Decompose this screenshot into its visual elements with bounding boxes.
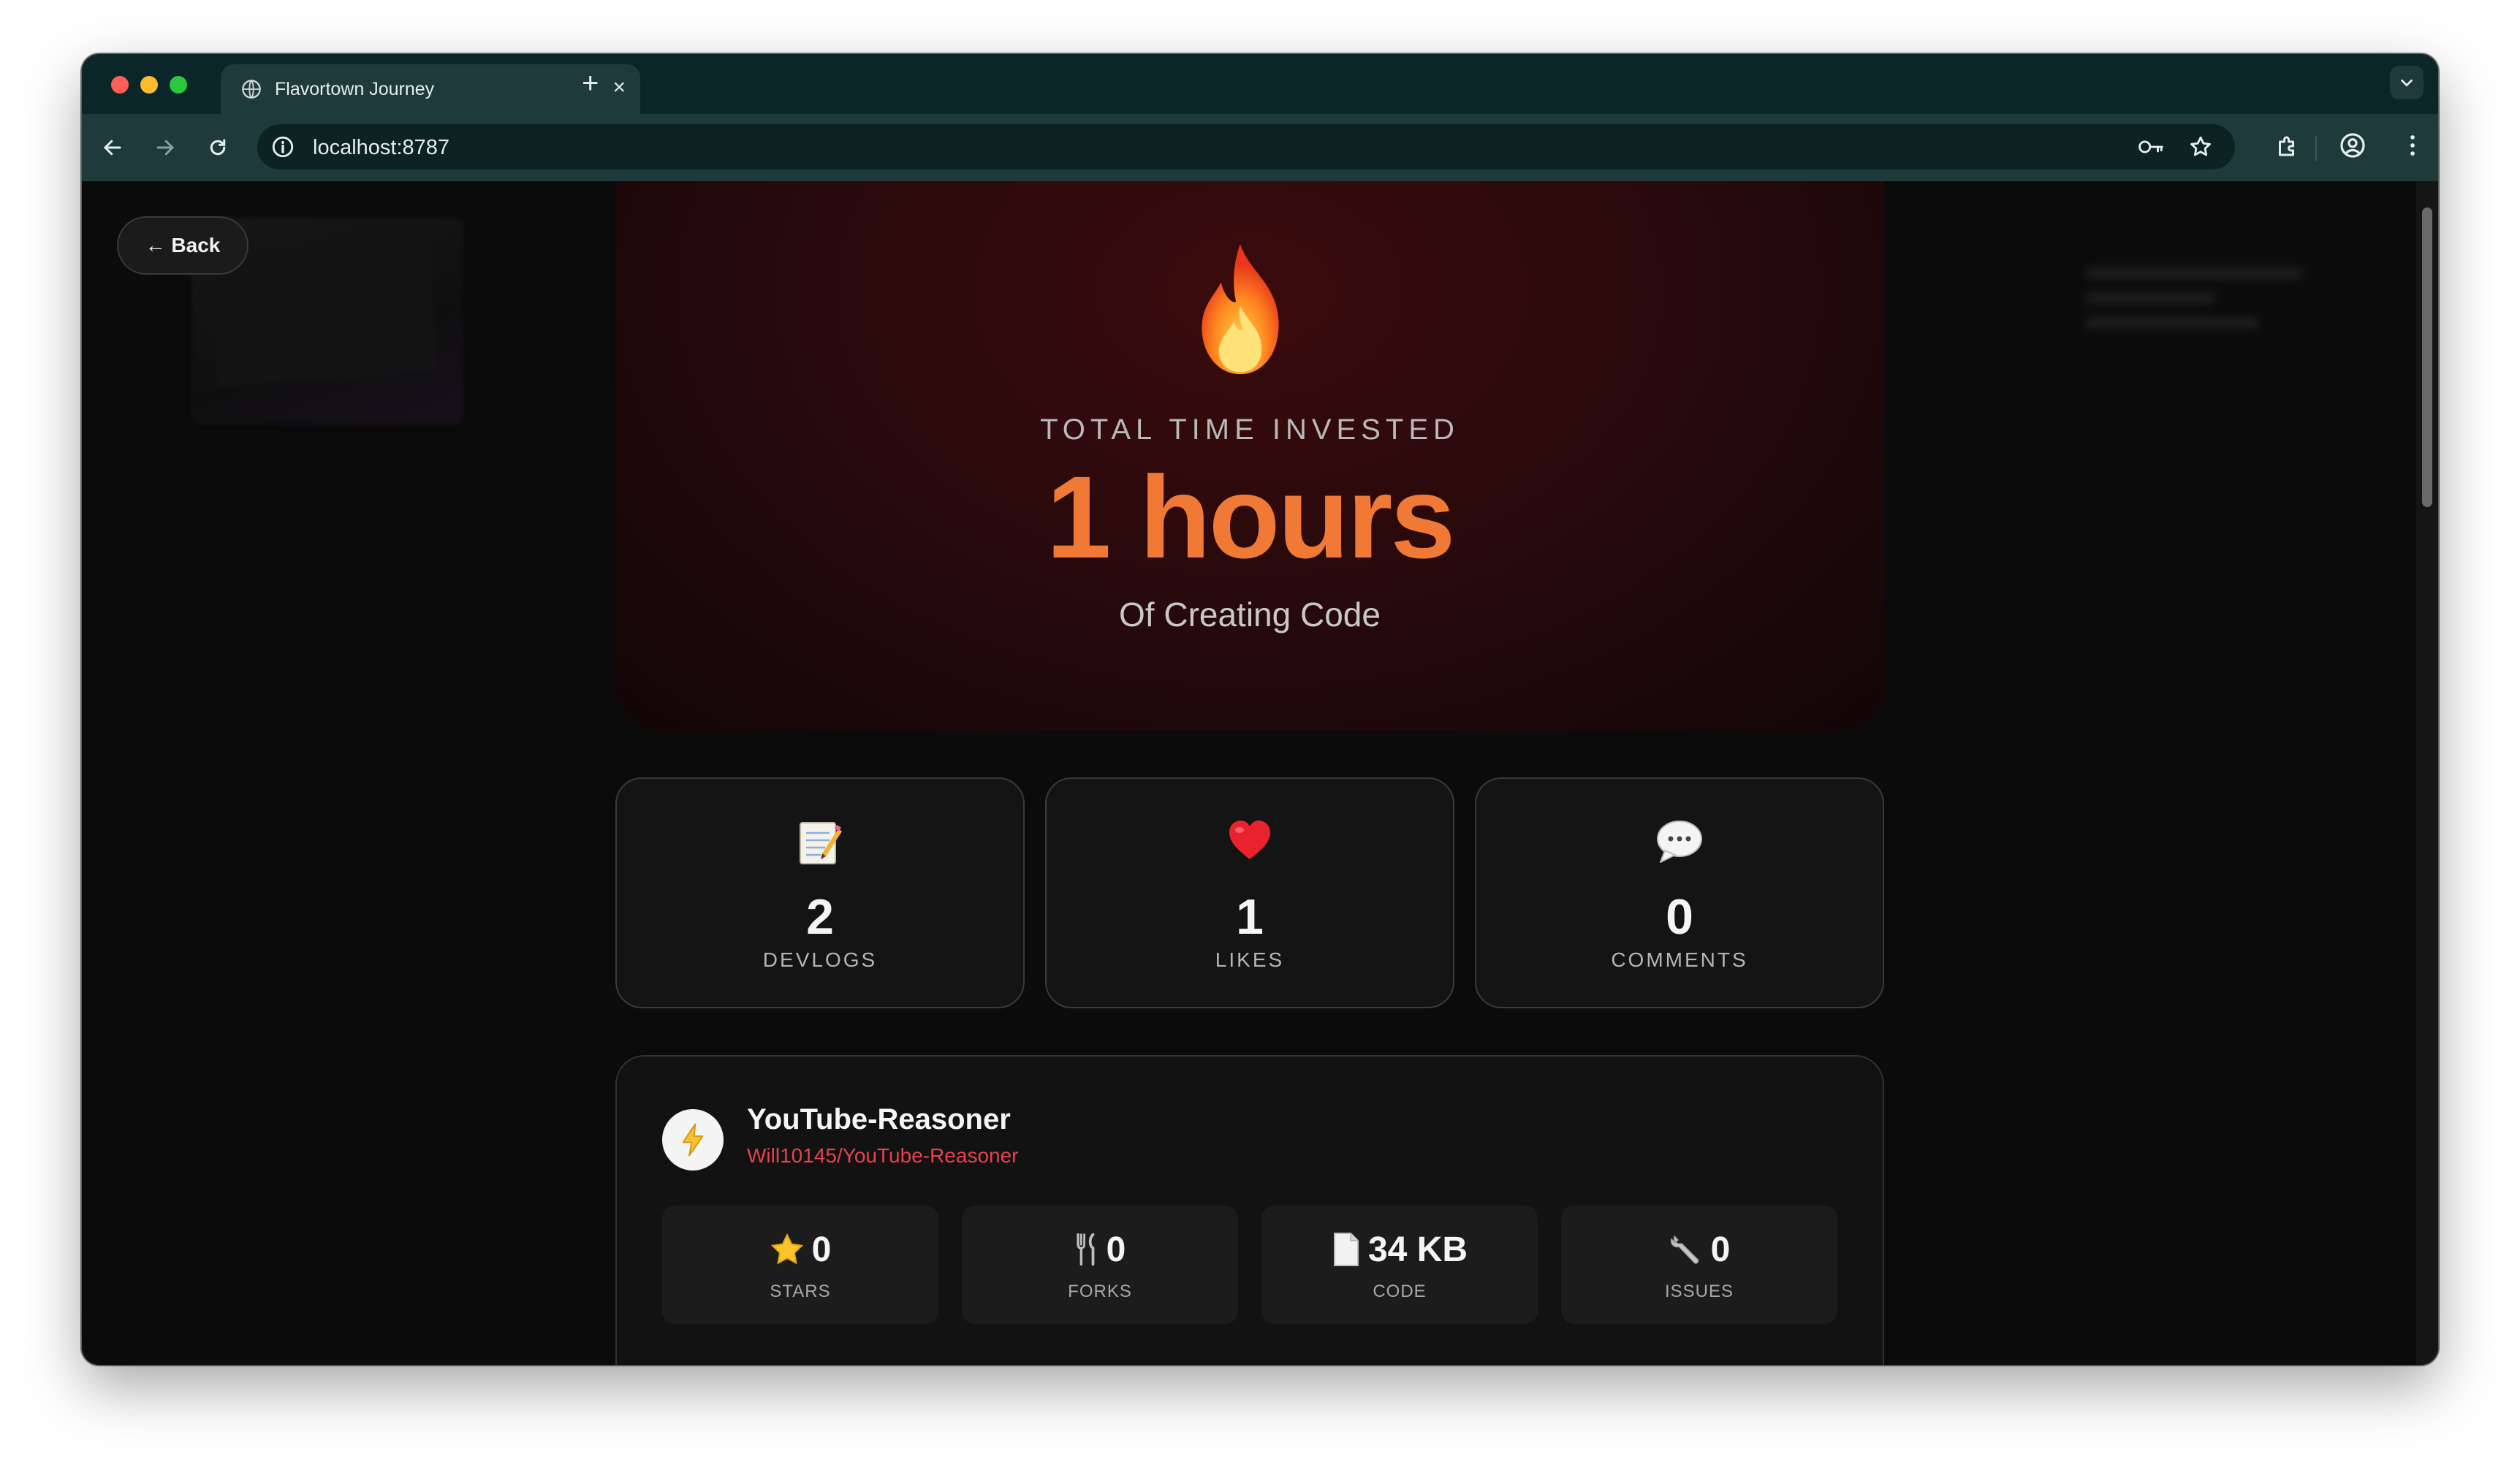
hero-kicker: TOTAL TIME INVESTED: [1040, 414, 1460, 446]
fork-knife-icon: [1077, 1233, 1095, 1266]
reload-icon: [210, 139, 226, 156]
document-icon: [1333, 1233, 1359, 1266]
stat-value: 1: [1236, 889, 1264, 945]
extensions-icon[interactable]: [2274, 133, 2301, 159]
new-tab-button[interactable]: +: [582, 69, 599, 98]
site-info-icon[interactable]: [270, 134, 295, 159]
bookmark-star-icon[interactable]: [2188, 134, 2213, 159]
fire-icon: [1202, 243, 1279, 375]
stat-card-devlogs: 2 DEVLOGS: [615, 777, 1025, 1008]
repo-stat-stars: 0 STARS: [662, 1206, 938, 1324]
stat-card-likes: 1 LIKES: [1045, 777, 1454, 1008]
speech-bubble-icon: [1657, 821, 1702, 863]
repo-stat-label: STARS: [770, 1282, 831, 1301]
tab-search-button[interactable]: [2390, 66, 2424, 99]
stat-label: LIKES: [1215, 948, 1285, 971]
stat-value: 0: [1666, 889, 1693, 945]
globe-icon: [242, 80, 261, 99]
address-bar[interactable]: localhost:8787: [257, 124, 2235, 170]
browser-toolbar: localhost:8787: [82, 114, 2438, 181]
repo-link[interactable]: Will10145/YouTube-Reasoner: [747, 1144, 1019, 1168]
more-menu-icon[interactable]: [2399, 132, 2426, 159]
tab-bar: Flavortown Journey × +: [82, 54, 2438, 114]
repo-avatar: [662, 1109, 724, 1171]
reload-button[interactable]: [205, 134, 231, 161]
background-blur-decoration: [2084, 254, 2304, 342]
total-time-value: 1 hours: [1046, 452, 1456, 582]
stat-value: 2: [806, 889, 834, 945]
close-window-button[interactable]: [111, 76, 129, 94]
page-scrollbar[interactable]: [2416, 181, 2438, 1365]
repo-stat-label: FORKS: [1068, 1282, 1132, 1301]
repo-stat-value: 34 KB: [1367, 1230, 1468, 1269]
repo-card: YouTube-Reasoner Will10145/YouTube-Reaso…: [615, 1055, 1884, 1365]
heart-icon: [1229, 821, 1270, 859]
star-icon: [770, 1233, 804, 1265]
browser-window: Flavortown Journey × + localhost:8787 ← …: [82, 54, 2438, 1365]
toolbar-divider: [2315, 136, 2317, 161]
repo-stat-forks: 0 FORKS: [962, 1206, 1238, 1324]
repo-stat-value: 0: [811, 1230, 832, 1269]
repo-name: YouTube-Reasoner: [747, 1103, 1011, 1135]
repo-stat-code: 34 KB CODE: [1261, 1206, 1538, 1324]
memo-icon: [800, 822, 842, 864]
arrow-right-icon: [156, 140, 175, 156]
forward-nav-button[interactable]: [152, 134, 178, 161]
repo-stat-value: 0: [1710, 1230, 1731, 1269]
tab-title: Flavortown Journey: [275, 79, 435, 99]
hero-subtitle: Of Creating Code: [1119, 595, 1381, 633]
lightning-icon: [682, 1123, 704, 1157]
maximize-window-button[interactable]: [170, 76, 187, 94]
repo-stat-label: ISSUES: [1664, 1282, 1734, 1301]
minimize-window-button[interactable]: [140, 76, 158, 94]
tab-close-button[interactable]: ×: [612, 76, 626, 99]
tab-flavortown-journey[interactable]: Flavortown Journey ×: [221, 64, 640, 114]
back-button[interactable]: ← Back: [117, 216, 248, 275]
scrollbar-thumb[interactable]: [2422, 208, 2432, 507]
repo-stat-label: CODE: [1373, 1282, 1427, 1301]
stat-label: COMMENTS: [1611, 948, 1748, 971]
back-nav-button[interactable]: [99, 134, 126, 161]
url-text[interactable]: localhost:8787: [313, 136, 449, 159]
stat-label: DEVLOGS: [762, 948, 878, 971]
arrow-left-icon: [103, 140, 121, 156]
hero-panel: TOTAL TIME INVESTED 1 hours Of Creating …: [615, 181, 1884, 731]
page-content: ← Back TOTAL TIME INVESTED 1 hours Of Cr…: [82, 181, 2416, 1365]
stat-card-comments: 0 COMMENTS: [1475, 777, 1884, 1008]
repo-stat-value: 0: [1106, 1230, 1126, 1269]
repo-stat-issues: 0 ISSUES: [1561, 1206, 1837, 1324]
wrench-icon: [1670, 1235, 1699, 1264]
password-key-icon[interactable]: [2137, 136, 2165, 158]
chevron-down-icon: [2401, 79, 2413, 87]
profile-icon[interactable]: [2339, 132, 2367, 159]
